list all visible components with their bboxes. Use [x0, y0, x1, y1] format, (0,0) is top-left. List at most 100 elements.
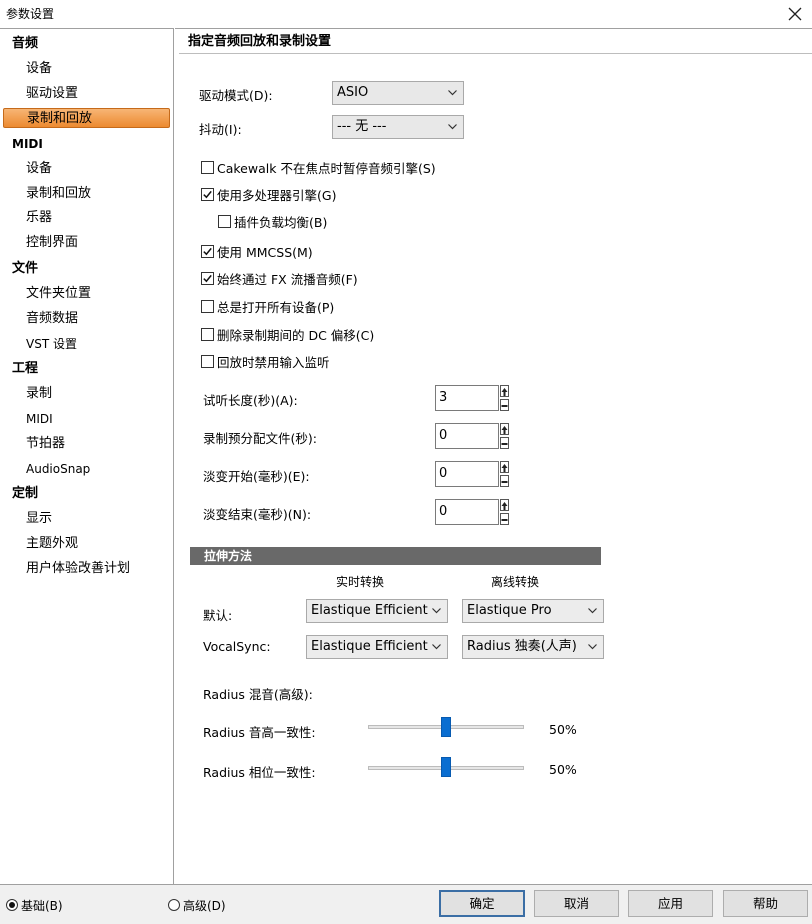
tree-group-file[interactable]: 文件 [12, 259, 38, 279]
stream-through-fx-checkbox[interactable]: 始终通过 FX 流播音频(F) [201, 269, 358, 287]
dither-select[interactable]: --- 无 --- [332, 115, 464, 139]
select-value: Elastique Efficient [311, 639, 428, 654]
radio-button[interactable] [168, 899, 180, 911]
tree-item-driver-settings[interactable]: 驱动设置 [26, 84, 78, 104]
radius-mix-label: Radius 混音(高级): [203, 687, 313, 702]
tree-item-user-experience[interactable]: 用户体验改善计划 [26, 559, 130, 579]
fade-in-input[interactable]: 0 [435, 461, 499, 487]
fade-in-label: 淡变开始(毫秒)(E): [203, 469, 310, 484]
help-button[interactable]: 帮助 [723, 890, 808, 917]
dither-label: 抖动(I): [199, 122, 242, 137]
preview-length-spinner[interactable] [500, 385, 509, 411]
pause-audio-engine-checkbox[interactable]: Cakewalk 不在焦点时暂停音频引擎(S) [201, 158, 436, 176]
tree-item-metronome[interactable]: 节拍器 [26, 434, 65, 454]
tree-item-control-surfaces[interactable]: 控制界面 [26, 233, 78, 253]
default-row-label: 默认: [203, 608, 233, 623]
title-bar: 参数设置 [0, 0, 812, 28]
checkbox-label: 回放时禁用输入监听 [217, 354, 330, 370]
window-title: 参数设置 [6, 7, 55, 21]
tree-item-folder-locations[interactable]: 文件夹位置 [26, 284, 91, 304]
vocalsync-offline-select[interactable]: Radius 独奏(人声) [462, 635, 604, 659]
tree-group-audio[interactable]: 音频 [12, 34, 38, 54]
preallocate-input[interactable]: 0 [435, 423, 499, 449]
driver-mode-value: ASIO [337, 85, 369, 100]
tree-item-midi-record-playback[interactable]: 录制和回放 [26, 184, 91, 204]
tree-item-themes[interactable]: 主题外观 [26, 534, 78, 554]
spin-down-button[interactable] [500, 399, 509, 411]
tree-group-midi[interactable]: MIDI [12, 134, 43, 154]
checkbox-box[interactable] [201, 160, 214, 174]
preallocate-spinner[interactable] [500, 423, 509, 449]
plugin-load-balancing-checkbox[interactable]: 插件负载均衡(B) [218, 212, 327, 230]
remove-dc-offset-checkbox[interactable]: 删除录制期间的 DC 偏移(C) [201, 325, 374, 343]
phase-consistency-label: Radius 相位一致性: [203, 765, 316, 780]
checkbox-box[interactable] [201, 299, 214, 313]
chevron-down-icon [448, 124, 457, 130]
multiprocessor-engine-checkbox[interactable]: 使用多处理器引擎(G) [201, 185, 336, 203]
open-all-devices-checkbox[interactable]: 总是打开所有设备(P) [201, 297, 334, 315]
arrow-down-icon [501, 443, 508, 445]
fade-out-input[interactable]: 0 [435, 499, 499, 525]
checkbox-box[interactable] [201, 354, 214, 368]
checkbox-box[interactable] [201, 244, 214, 258]
tree-item-midi-devices[interactable]: 设备 [26, 159, 52, 179]
tree-item-vst-settings[interactable]: VST 设置 [26, 334, 77, 354]
arrow-up-icon [501, 426, 508, 434]
preview-length-input[interactable]: 3 [435, 385, 499, 411]
panel-title: 指定音频回放和录制设置 [179, 30, 812, 54]
dither-value: --- 无 --- [337, 119, 387, 134]
checkmark-icon [203, 274, 212, 282]
checkmark-icon [203, 247, 212, 255]
advanced-mode-radio[interactable]: 高级(D) [168, 897, 226, 913]
spin-up-button[interactable] [500, 499, 509, 511]
tree-item-project-midi[interactable]: MIDI [26, 409, 53, 429]
radio-label: 高级(D) [183, 898, 226, 913]
preview-length-label: 试听长度(秒)(A): [203, 393, 298, 408]
chevron-down-icon [432, 608, 441, 614]
tree-item-record[interactable]: 录制 [26, 384, 52, 404]
spin-up-button[interactable] [500, 385, 509, 397]
tree-group-project[interactable]: 工程 [12, 359, 38, 379]
default-offline-select[interactable]: Elastique Pro [462, 599, 604, 623]
tree-item-audio-record-playback[interactable]: 录制和回放 [3, 108, 170, 128]
checkbox-box[interactable] [201, 187, 214, 201]
arrow-down-icon [501, 519, 508, 521]
tree-item-display[interactable]: 显示 [26, 509, 52, 529]
arrow-up-icon [501, 502, 508, 510]
vocalsync-realtime-select[interactable]: Elastique Efficient [306, 635, 448, 659]
cancel-button[interactable]: 取消 [534, 890, 619, 917]
checkbox-label: 总是打开所有设备(P) [217, 299, 335, 315]
checkbox-box[interactable] [201, 271, 214, 285]
apply-button[interactable]: 应用 [628, 890, 713, 917]
radio-button[interactable] [6, 899, 18, 911]
spin-up-button[interactable] [500, 461, 509, 473]
checkbox-box[interactable] [218, 214, 231, 228]
spin-up-button[interactable] [500, 423, 509, 435]
radio-label: 基础(B) [21, 898, 63, 913]
tree-item-audiosnap[interactable]: AudioSnap [26, 459, 90, 479]
spin-down-button[interactable] [500, 437, 509, 449]
ok-button[interactable]: 确定 [439, 890, 525, 917]
tree-group-customization[interactable]: 定制 [12, 484, 38, 504]
tree-item-audio-data[interactable]: 音频数据 [26, 309, 78, 329]
default-realtime-select[interactable]: Elastique Efficient [306, 599, 448, 623]
spin-down-button[interactable] [500, 513, 509, 525]
spin-down-button[interactable] [500, 475, 509, 487]
phase-consistency-value: 50% [549, 762, 577, 777]
tree-item-audio-devices[interactable]: 设备 [26, 59, 52, 79]
checkbox-box[interactable] [201, 327, 214, 341]
fade-in-spinner[interactable] [500, 461, 509, 487]
checkbox-label: Cakewalk 不在焦点时暂停音频引擎(S) [217, 160, 436, 176]
phase-consistency-slider-thumb[interactable] [441, 757, 451, 777]
close-button[interactable] [778, 0, 812, 28]
disable-input-monitoring-checkbox[interactable]: 回放时禁用输入监听 [201, 352, 330, 370]
select-value: Elastique Pro [467, 603, 552, 618]
fade-out-spinner[interactable] [500, 499, 509, 525]
basic-mode-radio[interactable]: 基础(B) [6, 897, 63, 913]
chevron-down-icon [448, 90, 457, 96]
tree-item-instruments[interactable]: 乐器 [26, 208, 52, 228]
driver-mode-select[interactable]: ASIO [332, 81, 464, 105]
checkbox-label: 删除录制期间的 DC 偏移(C) [217, 327, 375, 343]
pitch-consistency-slider-thumb[interactable] [441, 717, 451, 737]
mmcss-checkbox[interactable]: 使用 MMCSS(M) [201, 242, 313, 260]
